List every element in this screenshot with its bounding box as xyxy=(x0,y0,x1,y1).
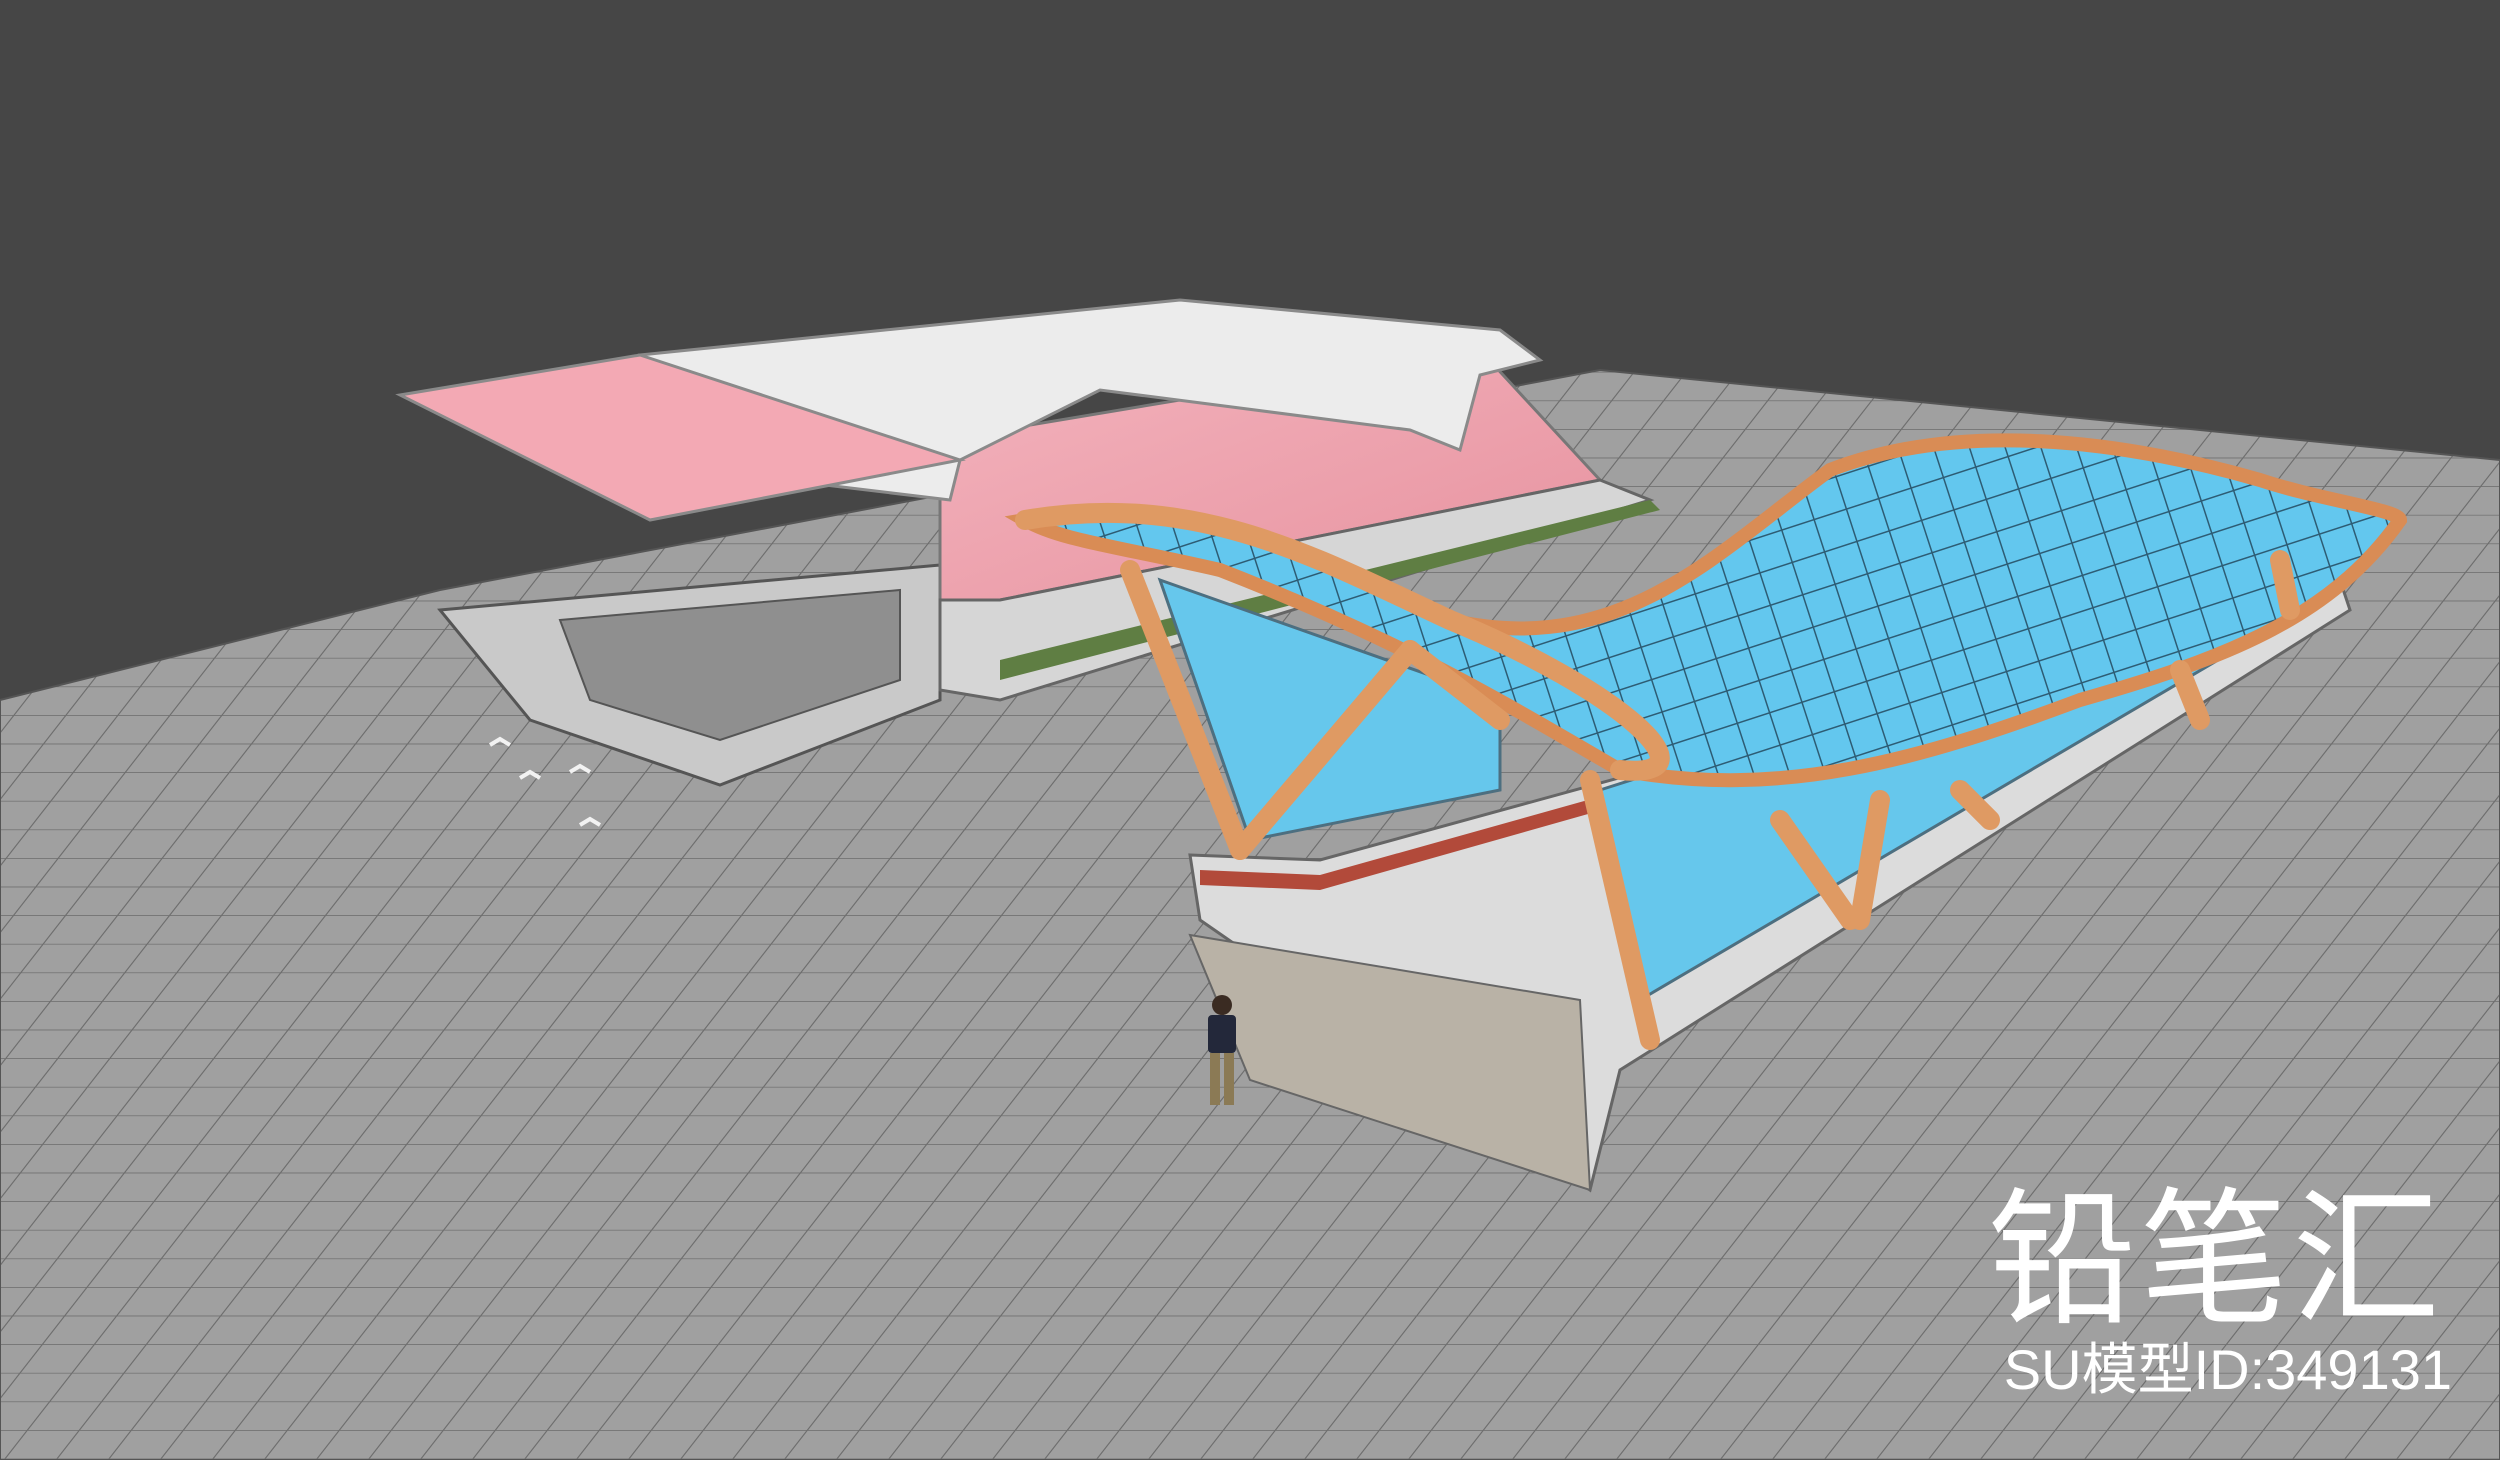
watermark-brand: 铅笔汇 xyxy=(1988,1174,2444,1346)
watermark-model-id: SU模型ID:349131 xyxy=(2003,1338,2452,1401)
